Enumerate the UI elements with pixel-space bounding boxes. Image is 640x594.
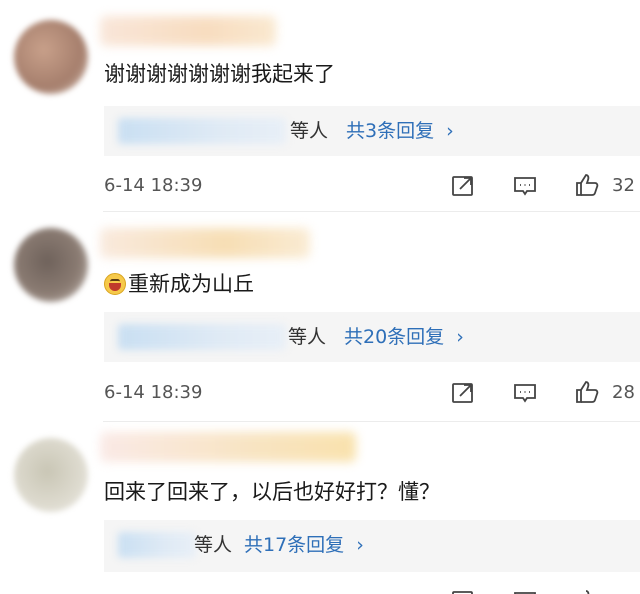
reply-who: 等人 xyxy=(288,326,327,348)
timestamp: 6-14 18:39 xyxy=(104,175,203,196)
username-blurred[interactable] xyxy=(100,228,310,258)
reply-users-blurred xyxy=(118,118,286,144)
share-icon[interactable] xyxy=(450,588,476,594)
reply-count-label: 共3条回复 xyxy=(346,120,435,142)
reply-users-blurred xyxy=(118,324,286,350)
comment-icon[interactable] xyxy=(512,380,538,406)
reply-preview[interactable]: 等人 共17条回复 › xyxy=(104,520,640,572)
reply-who: 等人 xyxy=(194,534,233,556)
comment-icon[interactable] xyxy=(512,173,538,199)
reply-who: 等人 xyxy=(290,120,329,142)
timestamp: 6-14 18:39 xyxy=(104,382,203,403)
chevron-right-icon: › xyxy=(456,326,464,348)
like-count: 28 xyxy=(612,382,635,403)
reply-count-link[interactable]: 共3条回复 › xyxy=(346,118,454,144)
like-count: 32 xyxy=(612,175,635,196)
comment-item: 重新成为山丘 等人 共20条回复 › 6-14 18:39 28 xyxy=(0,212,640,422)
comment-item: 回来了回来了，以后也好好打？懂？ 等人 共17条回复 › xyxy=(0,422,640,594)
comment-text: 重新成为山丘 xyxy=(104,270,254,298)
comment-text: 谢谢谢谢谢谢谢我起来了 xyxy=(104,62,335,86)
avatar[interactable] xyxy=(14,438,88,512)
laughing-crying-emoji-icon xyxy=(104,273,126,295)
reply-count-label: 共17条回复 xyxy=(244,534,345,556)
comment-text: 回来了回来了，以后也好好打？懂？ xyxy=(104,480,440,504)
thumbs-up-icon[interactable] xyxy=(574,379,600,405)
chevron-right-icon: › xyxy=(356,534,364,556)
username-blurred[interactable] xyxy=(100,16,276,46)
comment-icon[interactable] xyxy=(512,588,538,594)
avatar[interactable] xyxy=(14,228,88,302)
reply-count-label: 共20条回复 xyxy=(344,326,445,348)
reply-users-blurred xyxy=(118,532,196,558)
share-icon[interactable] xyxy=(450,173,476,199)
avatar[interactable] xyxy=(14,20,88,94)
username-blurred[interactable] xyxy=(100,432,356,462)
reply-count-link[interactable]: 共17条回复 › xyxy=(244,532,364,558)
share-icon[interactable] xyxy=(450,380,476,406)
reply-preview[interactable]: 等人 共20条回复 › xyxy=(104,312,640,362)
comment-item: 谢谢谢谢谢谢谢我起来了 等人 共3条回复 › 6-14 18:39 32 xyxy=(0,0,640,212)
chevron-right-icon: › xyxy=(446,120,454,142)
reply-count-link[interactable]: 共20条回复 › xyxy=(344,324,464,350)
comment-text-content: 重新成为山丘 xyxy=(128,272,254,296)
thumbs-up-icon[interactable] xyxy=(574,588,600,594)
reply-preview[interactable]: 等人 共3条回复 › xyxy=(104,106,640,156)
thumbs-up-icon[interactable] xyxy=(574,172,600,198)
